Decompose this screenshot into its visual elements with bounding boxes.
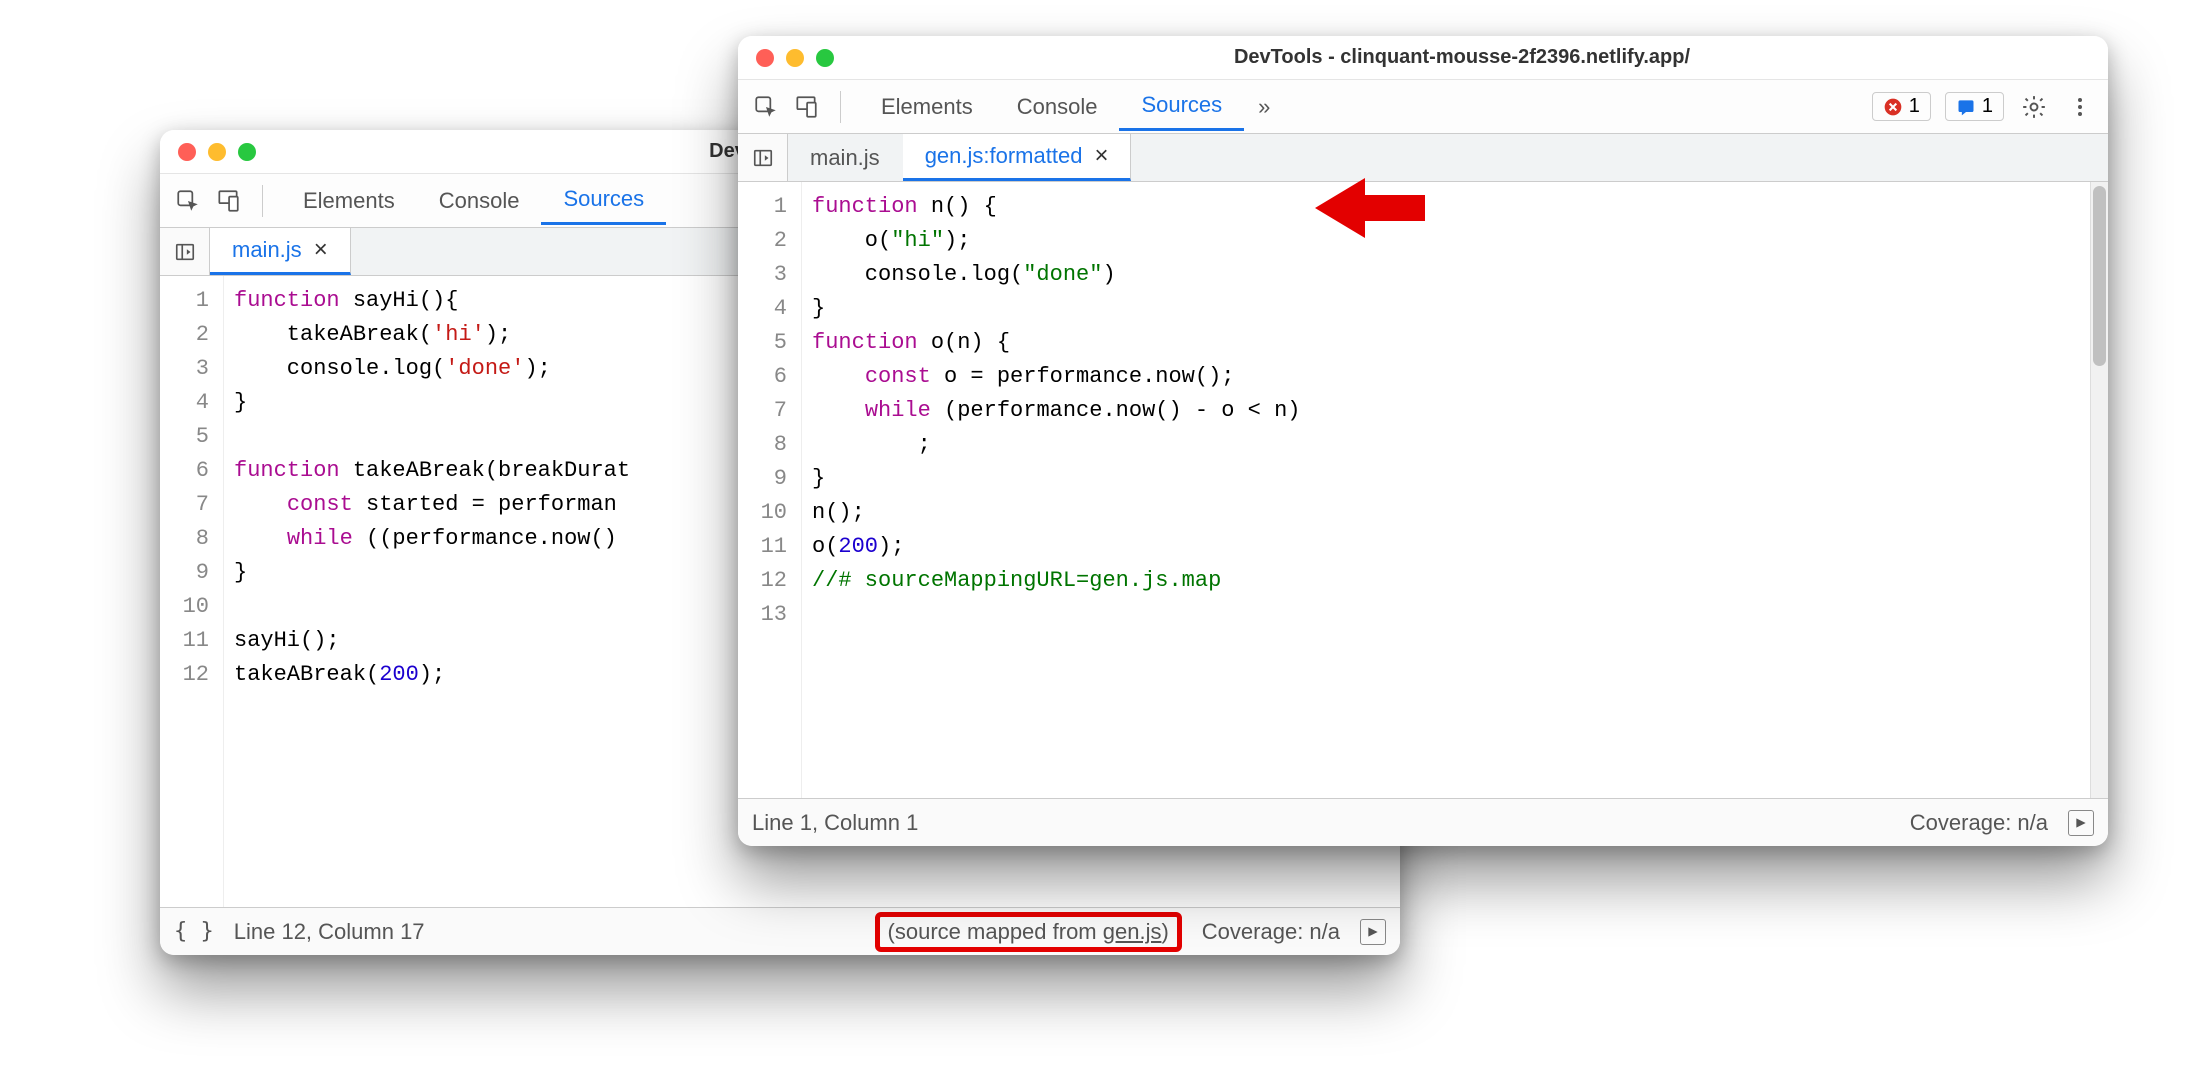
- line-gutter: 1 2 3 4 5 6 7 8 9 10 11 12: [160, 276, 224, 907]
- inspect-element-icon[interactable]: [750, 91, 782, 123]
- inspect-element-icon[interactable]: [172, 185, 204, 217]
- panel-tabs: Elements Console Sources: [281, 176, 666, 225]
- panel-tab-console[interactable]: Console: [417, 178, 542, 224]
- format-toggle-icon[interactable]: [1360, 919, 1386, 945]
- navigator-toggle-icon[interactable]: [160, 228, 210, 275]
- file-tab[interactable]: main.js ×: [210, 228, 351, 275]
- file-tab-label: gen.js:formatted: [925, 143, 1083, 169]
- status-bar: { } Line 12, Column 17 (source mapped fr…: [160, 907, 1400, 955]
- cursor-position: Line 12, Column 17: [234, 919, 425, 945]
- panel-tab-elements[interactable]: Elements: [859, 84, 995, 130]
- titlebar: DevTools - clinquant-mousse-2f2396.netli…: [738, 36, 2108, 80]
- traffic-lights: [178, 143, 256, 161]
- devtools-window-front: DevTools - clinquant-mousse-2f2396.netli…: [738, 36, 2108, 846]
- panel-tabs-more[interactable]: »: [1244, 84, 1284, 130]
- window-title: DevTools - clinquant-mousse-2f2396.netli…: [834, 46, 2090, 69]
- panel-tab-elements[interactable]: Elements: [281, 178, 417, 224]
- zoom-window-button[interactable]: [816, 49, 834, 67]
- panel-tab-sources[interactable]: Sources: [541, 176, 666, 225]
- source-mapped-indicator: (source mapped from gen.js): [875, 912, 1182, 952]
- error-badge[interactable]: 1: [1872, 92, 1931, 121]
- separator: [262, 185, 263, 217]
- panel-tab-sources[interactable]: Sources: [1119, 82, 1244, 131]
- kebab-menu-icon[interactable]: [2064, 91, 2096, 123]
- file-tab-label: main.js: [810, 145, 880, 171]
- zoom-window-button[interactable]: [238, 143, 256, 161]
- code-content[interactable]: function n() { o("hi"); console.log("don…: [802, 182, 2108, 798]
- pretty-print-icon[interactable]: { }: [174, 919, 214, 944]
- device-toolbar-icon[interactable]: [212, 185, 244, 217]
- separator: [840, 91, 841, 123]
- scrollbar-thumb[interactable]: [2093, 186, 2106, 366]
- line-gutter: 1 2 3 4 5 6 7 8 9 10 11 12 13: [738, 182, 802, 798]
- annotation-arrow-icon: [1310, 168, 1430, 248]
- format-toggle-icon[interactable]: [2068, 810, 2094, 836]
- code-editor[interactable]: 1 2 3 4 5 6 7 8 9 10 11 12 13 function n…: [738, 182, 2108, 798]
- file-tab[interactable]: main.js: [788, 134, 903, 181]
- file-tab[interactable]: gen.js:formatted ×: [903, 134, 1132, 181]
- coverage-indicator: Coverage: n/a: [1910, 810, 2048, 836]
- traffic-lights: [756, 49, 834, 67]
- panel-tabs: Elements Console Sources »: [859, 82, 1284, 131]
- scrollbar[interactable]: [2090, 182, 2108, 798]
- settings-gear-icon[interactable]: [2018, 91, 2050, 123]
- navigator-toggle-icon[interactable]: [738, 134, 788, 181]
- cursor-position: Line 1, Column 1: [752, 810, 918, 836]
- toolbar-right: 1 1: [1872, 91, 2096, 123]
- device-toolbar-icon[interactable]: [790, 91, 822, 123]
- close-tab-icon[interactable]: ×: [1094, 144, 1108, 168]
- minimize-window-button[interactable]: [208, 143, 226, 161]
- minimize-window-button[interactable]: [786, 49, 804, 67]
- panel-tab-console[interactable]: Console: [995, 84, 1120, 130]
- file-tab-label: main.js: [232, 237, 302, 263]
- close-window-button[interactable]: [756, 49, 774, 67]
- devtools-toolbar: Elements Console Sources » 1 1: [738, 80, 2108, 134]
- source-map-link[interactable]: gen.js: [1103, 919, 1162, 944]
- issues-badge[interactable]: 1: [1945, 92, 2004, 121]
- close-window-button[interactable]: [178, 143, 196, 161]
- status-bar: Line 1, Column 1 Coverage: n/a: [738, 798, 2108, 846]
- coverage-indicator: Coverage: n/a: [1202, 919, 1340, 945]
- close-tab-icon[interactable]: ×: [314, 238, 328, 262]
